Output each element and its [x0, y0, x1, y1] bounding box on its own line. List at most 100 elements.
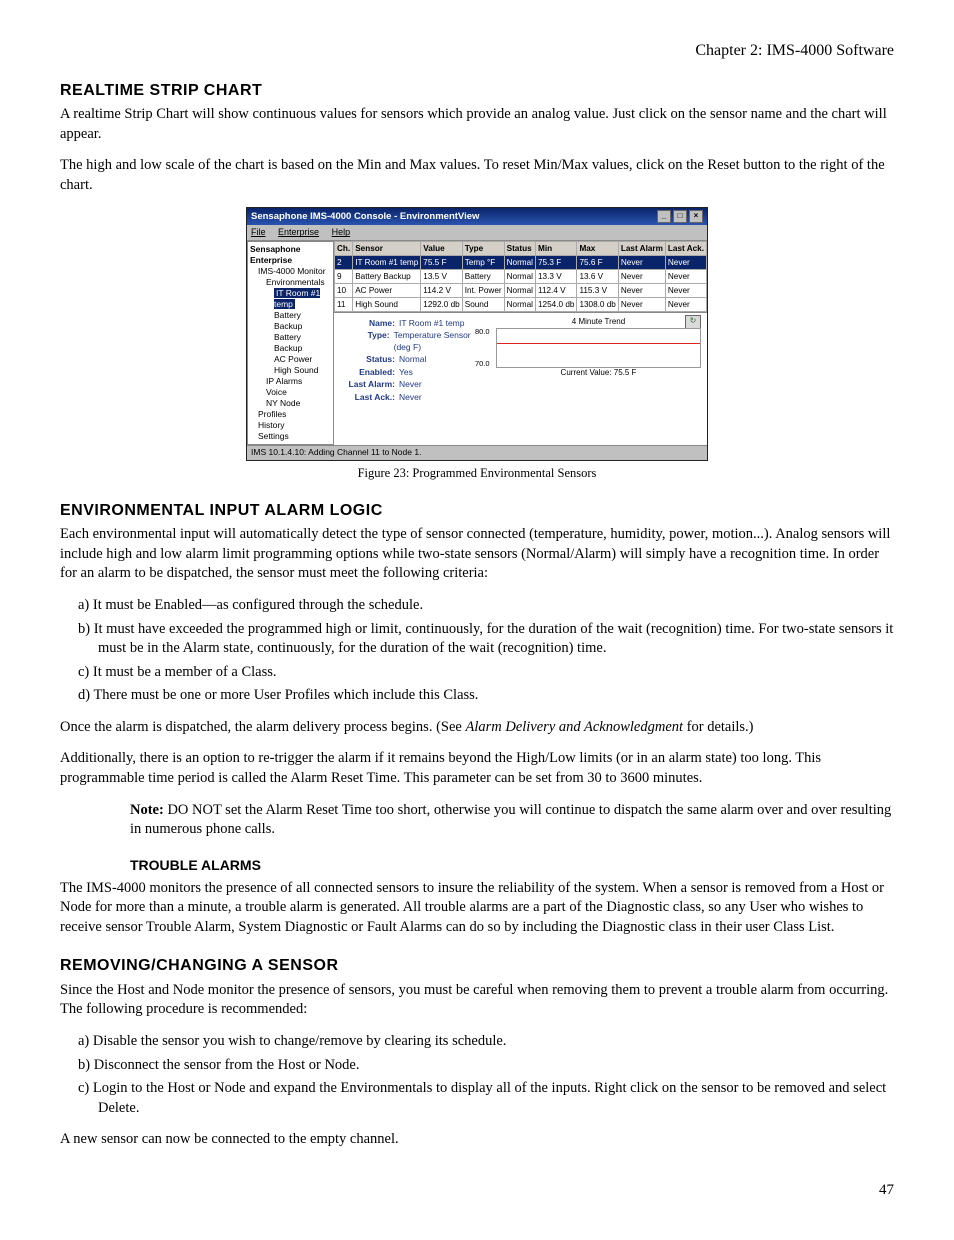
cell: Normal [504, 269, 535, 283]
tree-item[interactable]: Battery Backup [274, 310, 331, 332]
section-envlogic-title: ENVIRONMENTAL INPUT ALARM LOGIC [60, 500, 894, 522]
tree-item[interactable]: Settings [258, 431, 331, 442]
tree-root[interactable]: Sensaphone Enterprise [250, 244, 331, 266]
nav-tree[interactable]: Sensaphone Enterprise IMS-4000 Monitor E… [247, 241, 334, 446]
table-row[interactable]: 11 High Sound 1292.0 db Sound Normal 125… [334, 297, 706, 311]
cell: AC Power [353, 283, 421, 297]
cell: 1254.0 db [536, 297, 577, 311]
cell: Never [665, 297, 706, 311]
cell: 114.2 V [421, 283, 462, 297]
removing-item-b: b) Disconnect the sensor from the Host o… [78, 1056, 894, 1076]
envlogic-item-c: c) It must be a member of a Class. [78, 663, 894, 683]
menu-help[interactable]: Help [332, 227, 351, 237]
cell: Normal [504, 283, 535, 297]
col-type[interactable]: Type [462, 241, 504, 255]
cell: Never [618, 283, 665, 297]
tree-item[interactable]: NY Node [266, 398, 331, 409]
envlogic-item-b: b) It must have exceeded the programmed … [78, 620, 894, 659]
trend-current-value: Current Value: 75.5 F [496, 368, 701, 379]
tree-item[interactable]: IMS-4000 Monitor [258, 266, 331, 277]
cell: Normal [504, 255, 535, 269]
trend-title: 4 Minute Trend [496, 317, 701, 328]
trend-chart: ↻ 4 Minute Trend 80.0 70.0 Current Value… [496, 317, 701, 404]
realtime-p1: A realtime Strip Chart will show continu… [60, 105, 894, 144]
tree-item[interactable]: Voice [266, 387, 331, 398]
cell: 112.4 V [536, 283, 577, 297]
tree-item[interactable]: Profiles [258, 409, 331, 420]
cell: 10 [334, 283, 352, 297]
cell: Normal [504, 297, 535, 311]
menu-enterprise[interactable]: Enterprise [278, 227, 319, 237]
tree-item[interactable]: History [258, 420, 331, 431]
col-status[interactable]: Status [504, 241, 535, 255]
detail-name-value: IT Room #1 temp [399, 318, 465, 329]
realtime-p2: The high and low scale of the chart is b… [60, 156, 894, 195]
cell: High Sound [353, 297, 421, 311]
chapter-header: Chapter 2: IMS-4000 Software [60, 40, 894, 62]
envlogic-p2a: Once the alarm is dispatched, the alarm … [60, 719, 465, 735]
envlogic-item-a: a) It must be Enabled—as configured thro… [78, 596, 894, 616]
cell: Battery [462, 269, 504, 283]
removing-item-c: c) Login to the Host or Node and expand … [78, 1079, 894, 1118]
detail-lastalarm-value: Never [399, 379, 422, 390]
close-icon[interactable]: × [689, 210, 703, 223]
tree-item[interactable]: AC Power [274, 354, 331, 365]
cell: Never [665, 283, 706, 297]
app-window: Sensaphone IMS-4000 Console - Environmen… [246, 207, 708, 460]
cell: Never [618, 269, 665, 283]
envlogic-p2-italic: Alarm Delivery and Acknowledgment [465, 719, 683, 735]
tree-item[interactable]: High Sound [274, 365, 331, 376]
cell: 11 [334, 297, 352, 311]
col-value[interactable]: Value [421, 241, 462, 255]
tree-item[interactable]: Battery Backup [274, 332, 331, 354]
cell: 13.5 V [421, 269, 462, 283]
col-min[interactable]: Min [536, 241, 577, 255]
removing-item-a: a) Disable the sensor you wish to change… [78, 1032, 894, 1052]
col-sensor[interactable]: Sensor [353, 241, 421, 255]
cell: Battery Backup [353, 269, 421, 283]
tree-item[interactable]: IP Alarms [266, 376, 331, 387]
detail-enabled-label: Enabled: [340, 367, 399, 378]
envlogic-p2b: for details.) [683, 719, 753, 735]
detail-name-label: Name: [340, 318, 399, 329]
envlogic-item-d: d) There must be one or more User Profil… [78, 686, 894, 706]
tree-item-selected[interactable]: IT Room #1 temp [274, 288, 320, 309]
cell: 75.5 F [421, 255, 462, 269]
cell: 115.3 V [577, 283, 618, 297]
minimize-icon[interactable]: _ [657, 210, 671, 223]
cell: 2 [334, 255, 352, 269]
maximize-icon[interactable]: □ [673, 210, 687, 223]
window-titlebar: Sensaphone IMS-4000 Console - Environmen… [247, 208, 707, 225]
cell: Never [618, 297, 665, 311]
section-realtime-title: REALTIME STRIP CHART [60, 80, 894, 102]
figure-23: Sensaphone IMS-4000 Console - Environmen… [60, 207, 894, 481]
cell: Int. Power [462, 283, 504, 297]
table-row[interactable]: 9 Battery Backup 13.5 V Battery Normal 1… [334, 269, 706, 283]
sensor-table[interactable]: Ch. Sensor Value Type Status Min Max Las… [334, 241, 707, 312]
trend-plot: 80.0 70.0 [496, 328, 701, 368]
page-number: 47 [60, 1180, 894, 1200]
col-lastalarm[interactable]: Last Alarm [618, 241, 665, 255]
cell: Temp °F [462, 255, 504, 269]
status-bar: IMS 10.1.4.10: Adding Channel 11 to Node… [247, 445, 707, 459]
table-row[interactable]: 10 AC Power 114.2 V Int. Power Normal 11… [334, 283, 706, 297]
col-max[interactable]: Max [577, 241, 618, 255]
detail-status-value: Normal [399, 354, 426, 365]
table-row[interactable]: 2 IT Room #1 temp 75.5 F Temp °F Normal … [334, 255, 706, 269]
menu-bar: File Enterprise Help [247, 225, 707, 240]
note-body: DO NOT set the Alarm Reset Time too shor… [130, 802, 891, 838]
note-block: Note: DO NOT set the Alarm Reset Time to… [130, 801, 894, 840]
trend-axis-lo: 70.0 [475, 359, 490, 369]
removing-p2: A new sensor can now be connected to the… [60, 1130, 894, 1150]
envlogic-p2: Once the alarm is dispatched, the alarm … [60, 718, 894, 738]
col-ch[interactable]: Ch. [334, 241, 352, 255]
tree-item[interactable]: Environmentals [266, 277, 331, 288]
cell: 1308.0 db [577, 297, 618, 311]
col-lastack[interactable]: Last Ack. [665, 241, 706, 255]
envlogic-p3: Additionally, there is an option to re-t… [60, 749, 894, 788]
cell: 75.3 F [536, 255, 577, 269]
detail-type-label: Type: [340, 330, 394, 353]
section-trouble-title: TROUBLE ALARMS [130, 856, 894, 875]
menu-file[interactable]: File [251, 227, 266, 237]
envlogic-p1: Each environmental input will automatica… [60, 525, 894, 584]
